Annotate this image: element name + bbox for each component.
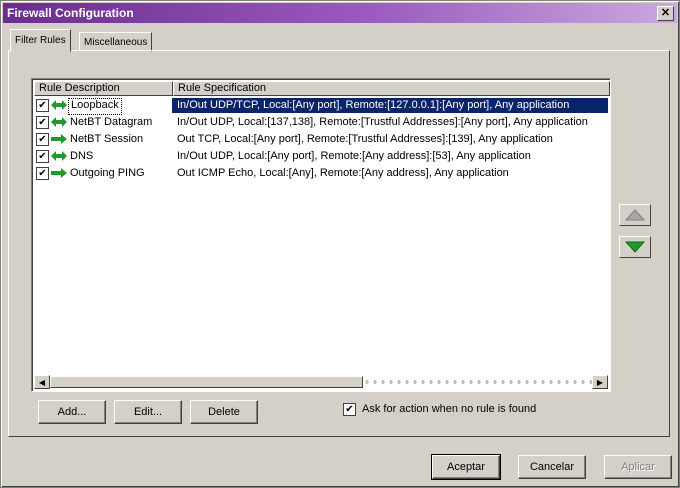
- table-row[interactable]: ✔ Loopback In/Out UDP/TCP, Local:[Any port…: [34, 97, 608, 115]
- ask-for-action-checkbox[interactable]: ✔: [343, 402, 356, 416]
- scroll-left-button[interactable]: ◀: [34, 375, 50, 389]
- window-title: Firewall Configuration: [7, 6, 134, 20]
- rule-description: Loopback: [68, 98, 122, 115]
- apply-button[interactable]: Aplicar: [604, 455, 672, 479]
- outgoing-arrow-icon: [51, 168, 67, 178]
- scroll-track-pattern: [363, 376, 592, 388]
- ask-for-action-option[interactable]: ✔ Ask for action when no rule is found: [343, 401, 536, 417]
- add-button[interactable]: Add...: [38, 400, 106, 424]
- scroll-right-button[interactable]: ▶: [592, 375, 608, 389]
- rule-specification: In/Out UDP, Local:[137,138], Remote:[Tru…: [177, 116, 588, 128]
- rule-specification: In/Out UDP, Local:[Any port], Remote:[An…: [177, 150, 531, 162]
- rule-enabled-checkbox[interactable]: ✔: [36, 133, 49, 146]
- rule-specification: Out ICMP Echo, Local:[Any], Remote:[Any …: [177, 167, 509, 179]
- table-row[interactable]: ✔ DNS In/Out UDP, Local:[Any port], Remote…: [34, 148, 608, 165]
- table-row[interactable]: ✔ NetBT Session Out TCP, Local:[Any port],…: [34, 131, 608, 148]
- outgoing-arrow-icon: [51, 134, 67, 144]
- table-row[interactable]: ✔ NetBT Datagram In/Out UDP, Local:[137,13…: [34, 114, 608, 131]
- rule-enabled-checkbox[interactable]: ✔: [36, 116, 49, 129]
- move-up-button[interactable]: [619, 204, 651, 226]
- bidirectional-arrow-icon: [51, 117, 67, 127]
- rule-description: NetBT Datagram: [70, 116, 153, 128]
- rule-enabled-checkbox[interactable]: ✔: [36, 99, 49, 112]
- accept-button[interactable]: Aceptar: [431, 454, 501, 480]
- rule-enabled-checkbox[interactable]: ✔: [36, 167, 49, 180]
- rules-list[interactable]: Rule Description Rule Specification ✔ Loo…: [31, 78, 611, 392]
- list-header: Rule Description Rule Specification: [34, 81, 610, 96]
- delete-button[interactable]: Delete: [190, 400, 258, 424]
- close-button[interactable]: ✕: [657, 6, 674, 21]
- rule-specification: In/Out UDP/TCP, Local:[Any port], Remote…: [177, 99, 570, 111]
- column-header-rule-description[interactable]: Rule Description: [34, 81, 173, 96]
- rule-description: DNS: [70, 150, 94, 162]
- tab-filter-rules[interactable]: Filter Rules: [10, 29, 71, 52]
- list-rows: ✔ Loopback In/Out UDP/TCP, Local:[Any port…: [34, 97, 608, 182]
- up-triangle-icon: [625, 209, 645, 221]
- rule-description: Outgoing PING: [70, 167, 145, 179]
- rule-enabled-checkbox[interactable]: ✔: [36, 150, 49, 163]
- table-row[interactable]: ✔ Outgoing PING Out ICMP Echo, Local:[Any]…: [34, 165, 608, 182]
- rule-description: NetBT Session: [70, 133, 144, 145]
- scroll-thumb[interactable]: [50, 376, 363, 388]
- move-down-button[interactable]: [619, 236, 651, 258]
- rule-specification: Out TCP, Local:[Any port], Remote:[Trust…: [177, 133, 553, 145]
- column-header-rule-specification[interactable]: Rule Specification: [173, 81, 610, 96]
- down-triangle-icon: [625, 241, 645, 253]
- edit-button[interactable]: Edit...: [114, 400, 182, 424]
- title-bar[interactable]: Firewall Configuration ✕: [3, 3, 677, 23]
- ask-for-action-label: Ask for action when no rule is found: [362, 403, 537, 415]
- horizontal-scrollbar[interactable]: ◀ ▶: [34, 375, 608, 389]
- bidirectional-arrow-icon: [51, 151, 67, 161]
- scroll-track[interactable]: [50, 376, 592, 388]
- tab-miscellaneous[interactable]: Miscellaneous: [79, 32, 153, 52]
- bidirectional-arrow-icon: [51, 100, 67, 110]
- cancel-button[interactable]: Cancelar: [518, 455, 586, 479]
